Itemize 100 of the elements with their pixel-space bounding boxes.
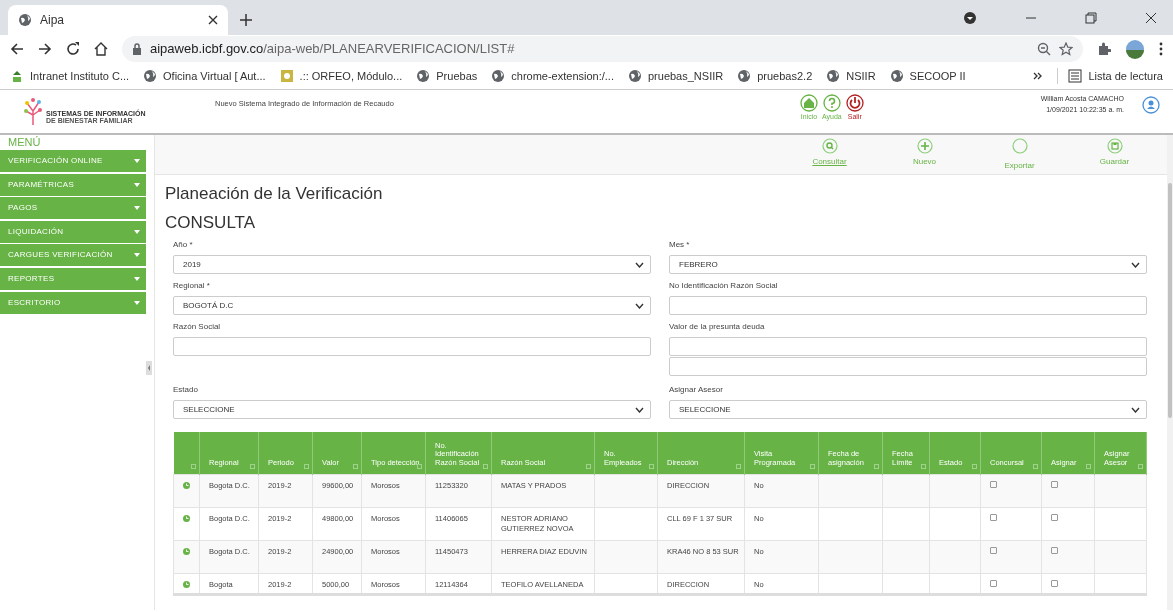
sort-icon[interactable] [736, 463, 741, 469]
menu-item[interactable]: CARGUES VERIFICACIÓN [0, 244, 147, 267]
chevron-down-icon [635, 261, 644, 268]
checkbox[interactable] [1051, 513, 1058, 521]
select-field[interactable]: BOGOTÁ D.C [173, 296, 651, 315]
sort-icon[interactable] [353, 463, 358, 469]
sort-icon[interactable] [417, 463, 422, 469]
checkbox[interactable] [1051, 480, 1058, 488]
clock-icon[interactable] [183, 482, 190, 489]
reading-list-button[interactable]: Lista de lectura [1057, 67, 1163, 85]
checkbox[interactable] [990, 579, 997, 587]
bookmark-link[interactable]: pruebas_NSIIR [628, 67, 724, 85]
clock-icon[interactable] [183, 548, 190, 555]
scrollbar-thumb[interactable] [1168, 183, 1172, 418]
caret-icon [134, 182, 141, 187]
toolbar-button[interactable]: Consultar [782, 135, 877, 174]
checkbox[interactable] [990, 480, 997, 488]
toolbar-button[interactable]: Guardar [1067, 135, 1162, 174]
globe-icon [889, 69, 904, 83]
circle-icon [1011, 138, 1028, 154]
close-icon[interactable] [208, 15, 218, 25]
bookmark-link[interactable]: Intranet Instituto C... [10, 67, 130, 85]
bookmark-link[interactable]: pruebas2.2 [737, 67, 813, 85]
menu-item[interactable]: PARAMÉTRICAS [0, 173, 147, 196]
sort-icon[interactable] [921, 463, 926, 469]
new-tab-icon[interactable] [240, 14, 252, 26]
menu-title: MENÚ [7, 135, 42, 150]
sort-icon[interactable] [304, 463, 309, 469]
sort-icon[interactable] [1086, 463, 1091, 469]
power-icon[interactable] [845, 94, 864, 112]
input-field[interactable] [669, 296, 1147, 315]
globe-icon [143, 69, 158, 83]
zoom-out-icon[interactable] [1037, 42, 1051, 56]
caret-icon [134, 276, 141, 281]
site-icon [10, 69, 24, 83]
menu-item[interactable]: REPORTES [0, 267, 147, 290]
input-field[interactable] [173, 337, 651, 356]
field-label: Año * [173, 239, 194, 251]
bookmark-link[interactable]: SECOOP II [889, 67, 966, 85]
caret-icon [134, 253, 141, 258]
field-label: No Identificación Razón Social [669, 280, 779, 292]
select-field[interactable]: FEBRERO [669, 255, 1147, 274]
field-label: Asignar Asesor [669, 384, 724, 396]
clock-icon[interactable] [183, 515, 190, 522]
globe-icon [628, 69, 642, 83]
select-field[interactable]: SELECCIONE [669, 400, 1147, 419]
avatar-icon[interactable] [1125, 39, 1145, 59]
star-icon[interactable] [1059, 42, 1073, 56]
checkbox[interactable] [990, 546, 997, 554]
select-field[interactable]: SELECCIONE [173, 400, 651, 419]
bookmark-link[interactable]: Pruebas [416, 67, 478, 85]
extensions-icon[interactable] [1097, 42, 1111, 56]
menu-item[interactable]: PAGOS [0, 197, 147, 220]
sort-icon[interactable] [586, 463, 591, 469]
checkbox[interactable] [1051, 579, 1058, 587]
logo-icon [24, 97, 42, 125]
sort-icon[interactable] [1033, 463, 1038, 469]
toolbar-button[interactable]: Nuevo [877, 135, 972, 174]
menu-item[interactable]: VERIFICACIÓN ONLINE [0, 150, 147, 172]
user-icon[interactable] [1142, 96, 1160, 114]
sort-icon[interactable] [191, 463, 196, 469]
profile-menu-icon[interactable] [963, 10, 977, 25]
bookmark-link[interactable]: .:: ORFEO, Módulo... [279, 67, 403, 85]
sort-icon[interactable] [810, 463, 815, 469]
bookmark-link[interactable]: Oficina Virtual [ Aut... [143, 67, 266, 85]
sort-icon[interactable] [649, 463, 654, 469]
input-field[interactable] [669, 337, 1147, 356]
sort-icon[interactable] [1138, 463, 1143, 469]
sort-icon[interactable] [483, 463, 488, 469]
caret-icon [134, 300, 141, 305]
save-icon [1106, 138, 1123, 154]
collapse-handle-icon[interactable] [146, 360, 153, 375]
sort-icon[interactable] [874, 463, 879, 469]
bookmark-link[interactable]: NSIIR [826, 67, 876, 85]
forward-icon[interactable] [38, 42, 52, 56]
reload-icon[interactable] [66, 42, 80, 56]
globe-icon [737, 69, 752, 83]
select-field[interactable]: 2019 [173, 255, 651, 274]
menu-item[interactable]: ESCRITORIO [0, 291, 147, 314]
toolbar-button[interactable]: Exportar [972, 135, 1067, 174]
field-label: Regional * [173, 280, 211, 292]
sort-icon[interactable] [972, 463, 977, 469]
menu-item[interactable]: LIQUIDACIÓN [0, 220, 147, 243]
sort-icon[interactable] [250, 463, 255, 469]
search-icon [821, 138, 838, 154]
restore-icon[interactable] [1085, 11, 1097, 24]
checkbox[interactable] [990, 513, 997, 521]
close-window-icon[interactable] [1145, 11, 1157, 24]
address-bar[interactable]: aipaweb.icbf.gov.co/aipa-web/PLANEARVERIFICACION/LIST# [122, 36, 1083, 62]
chevron-down-icon [1131, 406, 1140, 413]
clock-icon[interactable] [183, 581, 190, 588]
bookmark-link[interactable]: chrome-extension:/... [491, 67, 614, 85]
checkbox[interactable] [1051, 546, 1058, 554]
back-icon[interactable] [10, 42, 24, 56]
more-icon[interactable] [1159, 42, 1163, 56]
home-icon[interactable] [94, 42, 108, 56]
site-icon [279, 69, 294, 83]
field-label: Mes * [669, 239, 691, 251]
chevron-icon[interactable] [1033, 71, 1044, 81]
input-field[interactable] [669, 357, 1147, 376]
